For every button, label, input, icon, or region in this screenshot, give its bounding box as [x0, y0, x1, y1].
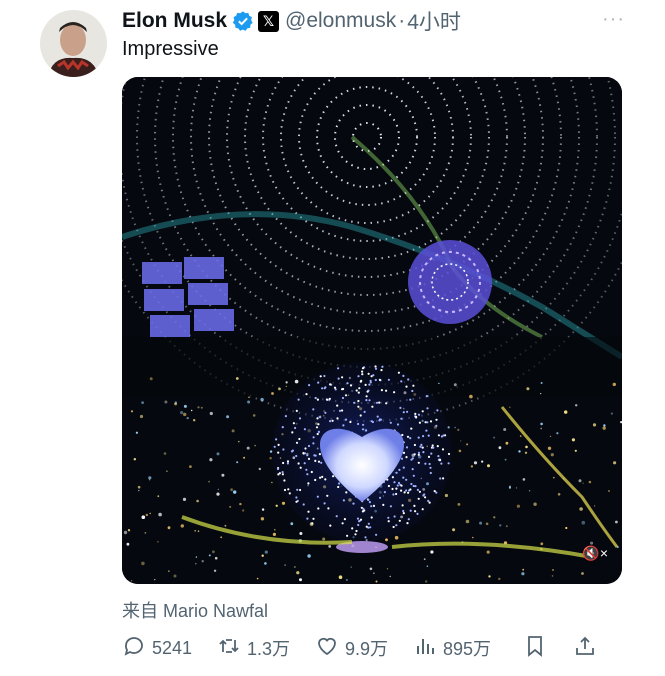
bookmark-button[interactable]: [523, 634, 573, 663]
tweet-header: Elon Musk 𝕏 @elonmusk · 4小时: [122, 6, 461, 36]
bookmark-icon: [523, 634, 547, 663]
reply-icon: [122, 634, 146, 663]
retweet-count: 1.3万: [247, 639, 291, 659]
separator-dot: ·: [398, 9, 406, 32]
tweet-source[interactable]: 来自 Mario Nawfal: [122, 597, 268, 623]
share-icon: [573, 634, 597, 663]
more-options-icon[interactable]: ···: [602, 8, 625, 31]
x-logo-icon: 𝕏: [258, 10, 280, 32]
views-button[interactable]: 895万: [413, 634, 523, 663]
drone-sphere-right: [408, 240, 492, 324]
retweet-icon: [217, 634, 241, 663]
tweet-time[interactable]: 4小时: [407, 6, 461, 36]
mute-icon[interactable]: 🔇×: [582, 545, 608, 562]
avatar[interactable]: [40, 10, 107, 77]
retweet-button[interactable]: 1.3万: [217, 634, 315, 663]
drone-panels-left: [142, 257, 234, 337]
views-icon: [413, 634, 437, 663]
verified-icon: [232, 10, 254, 32]
views-count: 895万: [443, 639, 492, 659]
like-count: 9.9万: [345, 639, 389, 659]
reply-count: 5241: [152, 637, 193, 658]
action-bar: 5241 1.3万 9.9万 895万: [122, 633, 622, 663]
author-handle[interactable]: @elonmusk: [285, 9, 396, 33]
author-name[interactable]: Elon Musk: [122, 9, 227, 33]
like-button[interactable]: 9.9万: [315, 634, 413, 663]
video-media[interactable]: 🔇×: [122, 77, 622, 584]
like-icon: [315, 634, 339, 663]
tweet-text: Impressive: [122, 38, 219, 60]
reply-button[interactable]: 5241: [122, 634, 217, 663]
share-button[interactable]: [573, 634, 597, 663]
